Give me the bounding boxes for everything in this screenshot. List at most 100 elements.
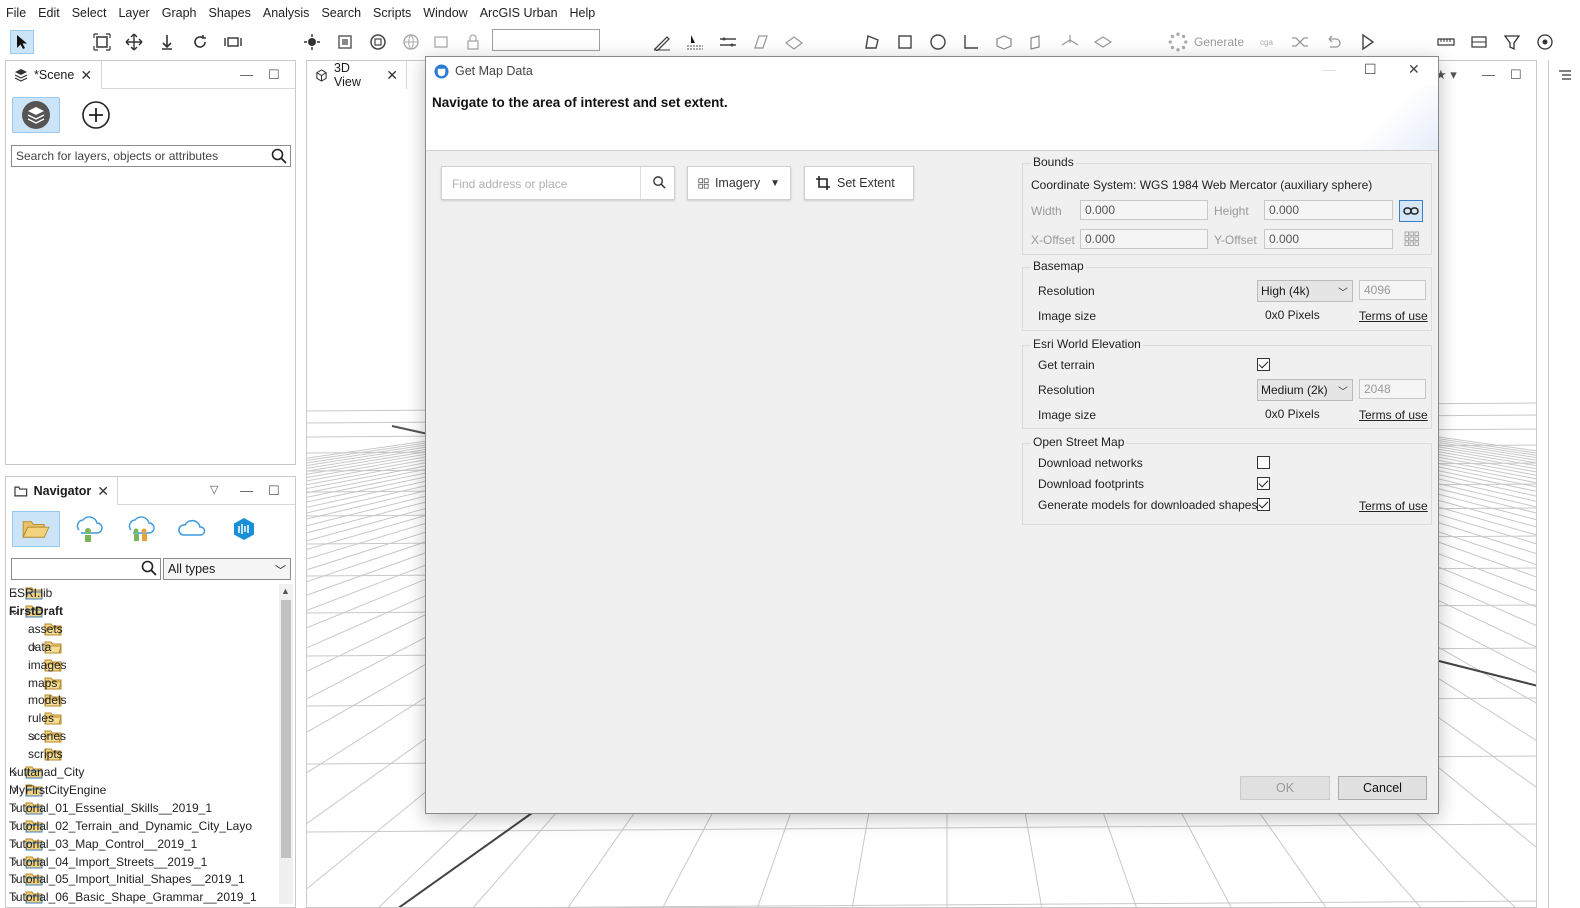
tree-item[interactable]: › Kuttanad_City [9, 763, 84, 781]
height-field[interactable]: 0.000 [1264, 200, 1393, 220]
anchor-grid-icon[interactable] [1404, 231, 1420, 247]
tree-item[interactable]: › data [28, 638, 66, 656]
tree-item[interactable]: › Tutorial_04_Import_Streets__2019_1 [9, 853, 207, 871]
address-search-input[interactable]: Find address or place [441, 166, 675, 200]
set-extent-button[interactable]: Set Extent [804, 166, 914, 200]
layers-view-icon[interactable] [333, 30, 357, 54]
zoom-icon[interactable] [366, 30, 390, 54]
select-tool-icon[interactable] [10, 30, 34, 54]
maximize-icon[interactable]: ☐ [268, 67, 280, 83]
menu-item-select[interactable]: Select [66, 0, 113, 26]
tree-item[interactable]: › Tutorial_01_Essential_Skills__2019_1 [9, 799, 212, 817]
close-icon[interactable]: ✕ [1408, 61, 1420, 78]
tree-item[interactable]: maps [28, 674, 66, 692]
workspace-folder-button[interactable] [12, 511, 60, 547]
tree-item[interactable]: ⌄ FirstDraft [9, 602, 63, 620]
lock-aspect-button[interactable] [1399, 200, 1423, 222]
map-area[interactable]: Find address or place Imagery ▼ Set Exte… [428, 155, 1018, 763]
menu-item-layer[interactable]: Layer [112, 0, 155, 26]
rotate-icon[interactable] [188, 30, 212, 54]
network-icon[interactable] [716, 30, 740, 54]
maximize-icon[interactable]: ☐ [268, 483, 280, 499]
scroll-up-icon[interactable]: ▲ [281, 586, 290, 596]
tree-item[interactable]: › Tutorial_03_Map_Control__2019_1 [9, 835, 197, 853]
block-icon[interactable] [992, 30, 1016, 54]
xoffset-field[interactable]: 0.000 [1080, 229, 1208, 249]
tree-item[interactable]: › scenes [28, 727, 66, 745]
menu-item-arcgis-urban[interactable]: ArcGIS Urban [474, 0, 564, 26]
tree-item[interactable]: › ESRI.lib [9, 584, 52, 602]
tab-navigator[interactable]: Navigator ✕ [6, 477, 118, 505]
navigator-scrollbar[interactable]: ▲ [279, 584, 293, 904]
tree-item[interactable]: scripts [28, 745, 66, 763]
tree-item[interactable]: rules [28, 709, 66, 727]
tree-item[interactable]: › Tutorial_05_Import_Initial_Shapes__2019… [9, 870, 245, 888]
portal-cloud-button[interactable] [168, 511, 216, 547]
imagery-dropdown[interactable]: Imagery ▼ [687, 166, 791, 200]
minimize-icon[interactable]: — [1322, 61, 1336, 77]
tree-item[interactable]: images [28, 656, 67, 674]
add-layer-button[interactable] [72, 97, 120, 133]
menu-item-help[interactable]: Help [564, 0, 602, 26]
download-footprints-checkbox[interactable] [1257, 477, 1270, 490]
ok-button[interactable]: OK [1240, 776, 1330, 800]
ruler-icon[interactable] [1434, 30, 1458, 54]
type-filter-select[interactable]: All types ﹀ [163, 558, 291, 580]
menu-item-shapes[interactable]: Shapes [202, 0, 256, 26]
rectangle-icon[interactable] [893, 30, 917, 54]
tree-item[interactable]: models [28, 691, 67, 709]
elevation-resolution-select[interactable]: Medium (2k) ﹀ [1257, 379, 1353, 401]
grid-shape-icon[interactable] [749, 30, 773, 54]
street-icon[interactable] [683, 30, 707, 54]
maximize-icon[interactable]: ☐ [1364, 61, 1377, 78]
minimize-icon[interactable]: — [240, 67, 253, 82]
scale-icon[interactable] [221, 30, 245, 54]
plane-icon[interactable] [782, 30, 806, 54]
download-networks-checkbox[interactable] [1257, 456, 1270, 469]
living-atlas-button[interactable] [220, 511, 268, 547]
scene-search-input[interactable]: Search for layers, objects or attributes [11, 145, 291, 167]
extrude-icon[interactable] [1025, 30, 1049, 54]
bookmark-icon[interactable] [429, 30, 453, 54]
tree-item[interactable]: › Tutorial_02_Terrain_and_Dynamic_City_La… [9, 817, 252, 835]
polygon-icon[interactable] [860, 30, 884, 54]
tree-item[interactable]: assets [28, 620, 66, 638]
osm-terms-link[interactable]: Terms of use [1359, 499, 1428, 513]
portal-user-button[interactable] [64, 511, 112, 547]
tab-scene[interactable]: *Scene ✕ [6, 61, 102, 89]
generate-button[interactable]: Generate [1168, 30, 1244, 54]
frame-icon[interactable] [90, 30, 114, 54]
cga-icon[interactable]: cga [1255, 30, 1279, 54]
view-eye-icon[interactable] [1533, 30, 1557, 54]
orbit-icon[interactable] [300, 30, 324, 54]
basemap-resolution-select[interactable]: High (4k) ﹀ [1257, 280, 1353, 302]
tree-item[interactable]: › Tutorial_06_Basic_Shape_Grammar__2019_1 [9, 888, 257, 904]
elevation-resolution-px[interactable]: 2048 [1359, 379, 1426, 399]
draw-pen-icon[interactable] [650, 30, 674, 54]
view-menu-icon[interactable]: ▽ [210, 483, 218, 496]
cancel-button[interactable]: Cancel [1338, 776, 1427, 800]
menu-item-graph[interactable]: Graph [156, 0, 203, 26]
subdivide-icon[interactable] [1091, 30, 1115, 54]
elevation-terms-link[interactable]: Terms of use [1359, 408, 1428, 422]
vertex-icon[interactable] [959, 30, 983, 54]
layers-button[interactable] [12, 97, 60, 133]
filter-icon[interactable] [1500, 30, 1524, 54]
generate-models-checkbox[interactable] [1257, 498, 1270, 511]
move-icon[interactable] [122, 30, 146, 54]
minimize-icon[interactable]: — [240, 483, 253, 498]
close-icon[interactable]: ✕ [97, 483, 109, 500]
basemap-resolution-px[interactable]: 4096 [1359, 280, 1426, 300]
width-field[interactable]: 0.000 [1080, 200, 1208, 220]
menu-item-analysis[interactable]: Analysis [257, 0, 316, 26]
scrollbar-thumb[interactable] [281, 600, 291, 858]
globe-icon[interactable] [399, 30, 423, 54]
pointer-icon[interactable] [1356, 30, 1380, 54]
menu-item-edit[interactable]: Edit [32, 0, 66, 26]
offset-icon[interactable] [1058, 30, 1082, 54]
circle-icon[interactable] [926, 30, 950, 54]
toolbar-text-field[interactable] [492, 29, 600, 51]
close-icon[interactable]: ✕ [80, 67, 92, 84]
menu-item-search[interactable]: Search [315, 0, 367, 26]
lock-icon[interactable] [461, 30, 485, 54]
